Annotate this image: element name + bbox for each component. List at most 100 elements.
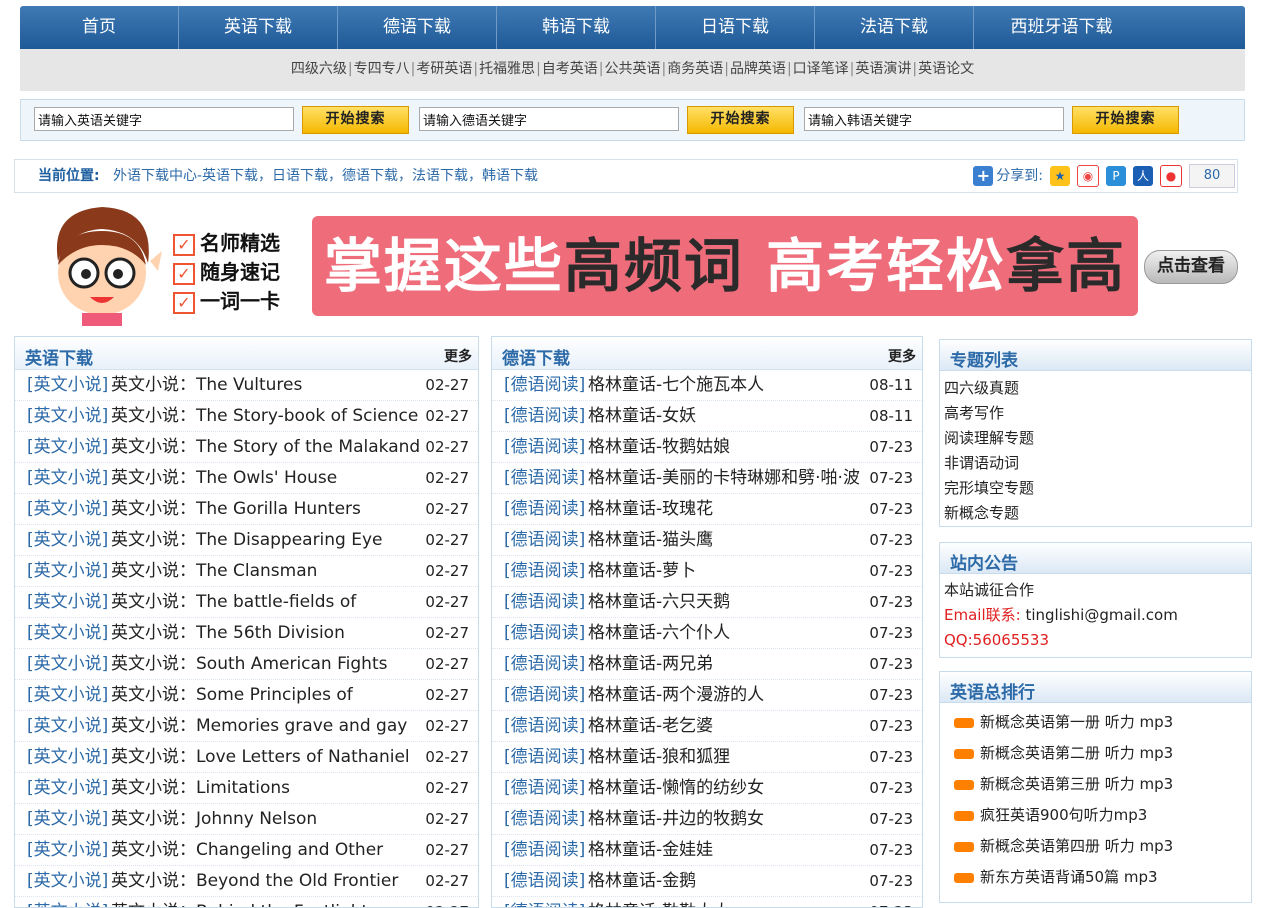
email-value[interactable]: tinglishi@gmail.com — [1025, 606, 1177, 624]
row-category-link[interactable]: [英文小说] — [27, 711, 108, 741]
list-item[interactable]: [英文小说] 英文小说：Limitations 02-27 — [15, 773, 478, 804]
row-category-link[interactable]: [英文小说] — [27, 742, 108, 772]
row-category-link[interactable]: [德语阅读] — [504, 897, 585, 907]
list-item[interactable]: [英文小说] 英文小说：Johnny Nelson 02-27 — [15, 804, 478, 835]
topic-item[interactable]: 四六级真题 — [940, 376, 1251, 401]
row-category-link[interactable]: [德语阅读] — [504, 866, 585, 896]
row-category-link[interactable]: [德语阅读] — [504, 525, 585, 555]
row-title-link[interactable]: 格林童话-懒惰的纺纱女 — [588, 773, 906, 803]
row-title-link[interactable]: 英文小说：South American Fights — [111, 649, 429, 679]
row-category-link[interactable]: [德语阅读] — [504, 463, 585, 493]
row-title-link[interactable]: 英文小说：The Story of the Malakand — [111, 432, 429, 462]
rank-item[interactable]: 新概念英语第一册 听力 mp3 — [940, 707, 1251, 738]
list-item[interactable]: [英文小说] 英文小说：Beyond the Old Frontier 02-27 — [15, 866, 478, 897]
korean-search-button[interactable]: 开始搜索 — [1072, 106, 1179, 134]
more-link[interactable]: 更多 — [888, 346, 916, 366]
row-title-link[interactable]: 格林童话-玫瑰花 — [588, 494, 906, 524]
subnav-item[interactable]: 口译笔译 — [793, 61, 849, 77]
row-title-link[interactable]: 英文小说：The Story-book of Science — [111, 401, 429, 431]
list-item[interactable]: [德语阅读] 格林童话-金娃娃 07-23 — [492, 835, 922, 866]
subnav-item[interactable]: 英语论文 — [918, 61, 974, 77]
row-category-link[interactable]: [英文小说] — [27, 556, 108, 586]
row-category-link[interactable]: [德语阅读] — [504, 587, 585, 617]
weibo-icon[interactable]: ◉ — [1077, 165, 1099, 187]
row-title-link[interactable]: 英文小说：Love Letters of Nathaniel — [111, 742, 429, 772]
pengyou-icon[interactable]: P — [1106, 166, 1126, 186]
row-title-link[interactable]: 英文小说：The Disappearing Eye — [111, 525, 429, 555]
list-item[interactable]: [德语阅读] 格林童话-猫头鹰 07-23 — [492, 525, 922, 556]
subnav-item[interactable]: 专四专八 — [354, 61, 410, 77]
row-category-link[interactable]: [英文小说] — [27, 463, 108, 493]
panel-title[interactable]: 德语下载 — [502, 344, 570, 369]
topic-item[interactable]: 新概念专题 — [940, 501, 1251, 526]
row-title-link[interactable]: 英文小说：Some Principles of — [111, 680, 429, 710]
row-title-link[interactable]: 英文小说：Limitations — [111, 773, 429, 803]
row-category-link[interactable]: [德语阅读] — [504, 556, 585, 586]
list-item[interactable]: [德语阅读] 格林童话-两个漫游的人 07-23 — [492, 680, 922, 711]
topic-item[interactable]: 高考写作 — [940, 401, 1251, 426]
list-item[interactable]: [英文小说] 英文小说：The Clansman 02-27 — [15, 556, 478, 587]
english-search-input[interactable] — [34, 107, 294, 131]
list-item[interactable]: [德语阅读] 格林童话-玫瑰花 07-23 — [492, 494, 922, 525]
list-item[interactable]: [德语阅读] 格林童话-六个仆人 07-23 — [492, 618, 922, 649]
row-category-link[interactable]: [德语阅读] — [504, 401, 585, 431]
subnav-item[interactable]: 商务英语 — [667, 61, 723, 77]
list-item[interactable]: [德语阅读] 格林童话-狼和狐狸 07-23 — [492, 742, 922, 773]
korean-search-input[interactable] — [804, 107, 1064, 131]
list-item[interactable]: [德语阅读] 格林童话-牧鹅姑娘 07-23 — [492, 432, 922, 463]
row-title-link[interactable]: 格林童话-七个施瓦本人 — [588, 370, 906, 400]
topic-item[interactable]: 非谓语动词 — [940, 451, 1251, 476]
row-title-link[interactable]: 格林童话-狼和狐狸 — [588, 742, 906, 772]
nav-spanish[interactable]: 西班牙语下载 — [974, 6, 1149, 49]
list-item[interactable]: [英文小说]英文小说：Behind the Footlights02-27 — [15, 897, 478, 907]
row-title-link[interactable]: 格林童话-老乞婆 — [588, 711, 906, 741]
row-category-link[interactable]: [德语阅读] — [504, 742, 585, 772]
topic-item[interactable]: 完形填空专题 — [940, 476, 1251, 501]
list-item[interactable]: [德语阅读] 格林童话-两兄弟 07-23 — [492, 649, 922, 680]
row-category-link[interactable]: [英文小说] — [27, 680, 108, 710]
row-title-link[interactable]: 格林童话-猫头鹰 — [588, 525, 906, 555]
row-title-link[interactable]: 英文小说：The Gorilla Hunters — [111, 494, 429, 524]
row-category-link[interactable]: [德语阅读] — [504, 680, 585, 710]
list-item[interactable]: [德语阅读] 格林童话-女妖 08-11 — [492, 401, 922, 432]
topic-item[interactable]: 阅读理解专题 — [940, 426, 1251, 451]
promo-banner[interactable]: ✓名师精选 ✓随身速记 ✓一词一卡 掌握这些高频词 高考轻松拿高分 点击查看 — [40, 201, 1240, 400]
rank-item[interactable]: 疯狂英语900句听力mp3 — [940, 800, 1251, 831]
row-category-link[interactable]: [德语阅读] — [504, 494, 585, 524]
row-category-link[interactable]: [德语阅读] — [504, 804, 585, 834]
row-category-link[interactable]: [德语阅读] — [504, 618, 585, 648]
row-category-link[interactable]: [英文小说] — [27, 494, 108, 524]
tencent-weibo-icon[interactable]: ● — [1160, 165, 1182, 187]
row-title-link[interactable]: 格林童话-美丽的卡特琳娜和劈·啪·波 — [588, 463, 906, 493]
list-item[interactable]: [英文小说] 英文小说：The Vultures 02-27 — [15, 370, 478, 401]
row-category-link[interactable]: [英文小说] — [27, 401, 108, 431]
nav-japanese[interactable]: 日语下载 — [656, 6, 815, 49]
rank-item[interactable]: 新东方英语背诵50篇 mp3 — [940, 862, 1251, 893]
row-title-link[interactable]: 格林童话-两个漫游的人 — [588, 680, 906, 710]
list-item[interactable]: [英文小说] 英文小说：The 56th Division 02-27 — [15, 618, 478, 649]
row-title-link[interactable]: 格林童话-井边的牧鹅女 — [588, 804, 906, 834]
qzone-icon[interactable]: ★ — [1050, 166, 1070, 186]
rank-item[interactable]: 新概念英语第四册 听力 mp3 — [940, 831, 1251, 862]
german-search-button[interactable]: 开始搜索 — [687, 106, 794, 134]
list-item[interactable]: [德语阅读] 格林童话-金鹅 07-23 — [492, 866, 922, 897]
row-category-link[interactable]: [英文小说] — [27, 649, 108, 679]
row-title-link[interactable]: 英文小说：The Clansman — [111, 556, 429, 586]
subnav-item[interactable]: 考研英语 — [416, 61, 472, 77]
banner-view-button[interactable]: 点击查看 — [1144, 250, 1238, 284]
row-category-link[interactable]: [德语阅读] — [504, 432, 585, 462]
subnav-item[interactable]: 自考英语 — [542, 61, 598, 77]
subnav-item[interactable]: 英语演讲 — [855, 61, 911, 77]
german-search-input[interactable] — [419, 107, 679, 131]
row-title-link[interactable]: 英文小说：Changeling and Other — [111, 835, 429, 865]
row-category-link[interactable]: [德语阅读] — [504, 370, 585, 400]
row-title-link[interactable]: 英文小说：The battle-fields of — [111, 587, 429, 617]
nav-english[interactable]: 英语下载 — [179, 6, 338, 49]
list-item[interactable]: [德语阅读] 格林童话-六只天鹅 07-23 — [492, 587, 922, 618]
list-item[interactable]: [德语阅读] 格林童话-老乞婆 07-23 — [492, 711, 922, 742]
list-item[interactable]: [英文小说] 英文小说：Some Principles of 02-27 — [15, 680, 478, 711]
row-category-link[interactable]: [德语阅读] — [504, 773, 585, 803]
rank-item[interactable]: 新概念英语第二册 听力 mp3 — [940, 738, 1251, 769]
list-item[interactable]: [英文小说] 英文小说：The Owls' House 02-27 — [15, 463, 478, 494]
subnav-item[interactable]: 托福雅思 — [479, 61, 535, 77]
